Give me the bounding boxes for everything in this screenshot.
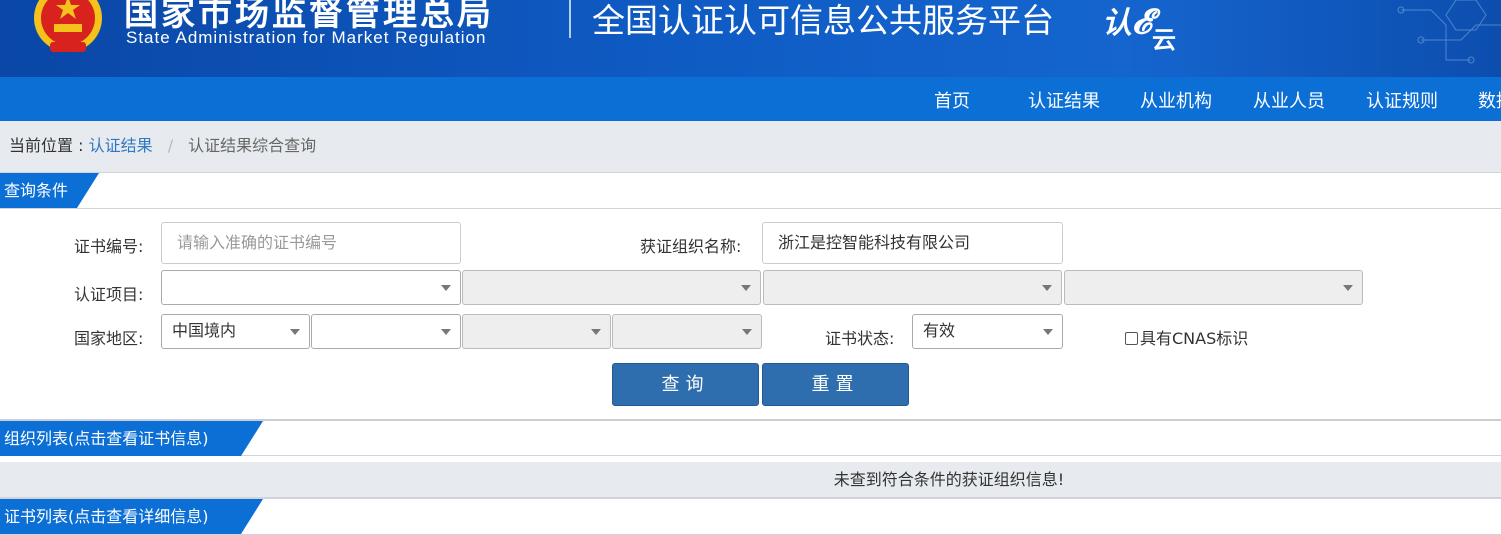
nav-item-personnel[interactable]: 从业人员	[1253, 87, 1325, 113]
project-select-4[interactable]	[1064, 270, 1363, 305]
nav-item-cert-results[interactable]: 认证结果	[1028, 87, 1100, 113]
search-button[interactable]: 查询	[612, 363, 759, 406]
header-banner: 国家市场监督管理总局 State Administration for Mark…	[0, 0, 1501, 77]
chevron-down-icon	[441, 329, 451, 335]
nav-item-rules[interactable]: 认证规则	[1366, 87, 1438, 113]
nav-item-data[interactable]: 数据	[1478, 87, 1501, 113]
breadcrumb-current: 认证结果综合查询	[188, 136, 317, 155]
nav-item-institutions[interactable]: 从业机构	[1140, 87, 1212, 113]
cert-no-input[interactable]: 请输入准确的证书编号	[161, 222, 461, 264]
org-name-input[interactable]: 浙江是控智能科技有限公司	[762, 222, 1063, 264]
header-divider	[569, 0, 571, 38]
nav-item-home[interactable]: 首页	[934, 87, 970, 113]
chevron-down-icon	[741, 285, 751, 291]
main-nav: 首页 认证结果 从业机构 从业人员 认证规则 数据	[0, 77, 1501, 121]
org-name-label: 获证组织名称:	[640, 237, 742, 256]
status-label: 证书状态:	[825, 329, 895, 348]
query-section-header: 查询条件	[0, 172, 1501, 209]
chevron-down-icon	[441, 285, 451, 291]
chevron-down-icon	[742, 329, 752, 335]
chevron-down-icon	[1043, 329, 1053, 335]
logo-main-text: 认	[1102, 6, 1132, 41]
national-emblem-icon	[34, 0, 102, 52]
checkbox-icon[interactable]	[1125, 332, 1138, 345]
project-select-3[interactable]	[763, 270, 1062, 305]
org-list-section-title: 组织列表(点击查看证书信息)	[0, 421, 263, 456]
project-label: 认证项目:	[74, 285, 144, 304]
cert-list-section-header: 证书列表(点击查看详细信息)	[0, 498, 1501, 535]
cert-list-section-title: 证书列表(点击查看详细信息)	[0, 499, 263, 534]
chevron-down-icon	[591, 329, 601, 335]
circuit-decoration-icon	[1397, 0, 1501, 64]
region-select-3[interactable]	[462, 314, 611, 349]
region-select-1[interactable]: 中国境内	[161, 314, 310, 349]
status-select-value: 有效	[923, 321, 956, 340]
org-list-empty-message: 未查到符合条件的获证组织信息!	[0, 462, 1501, 498]
breadcrumb-label: 当前位置 :	[9, 136, 84, 155]
cert-no-label: 证书编号:	[74, 237, 144, 256]
chevron-down-icon	[1042, 285, 1052, 291]
renzheng-cloud-logo: 认𝓔	[1102, 2, 1152, 42]
cnas-checkbox-label: 具有CNAS标识	[1140, 329, 1249, 348]
reset-button[interactable]: 重置	[762, 363, 909, 406]
breadcrumb: 当前位置 : 认证结果 / 认证结果综合查询	[0, 121, 1501, 172]
query-section-title: 查询条件	[0, 173, 99, 208]
region-select-4[interactable]	[612, 314, 762, 349]
agency-title-en: State Administration for Market Regulati…	[126, 28, 487, 47]
breadcrumb-link-cert-results[interactable]: 认证结果	[89, 136, 153, 155]
region-select-2[interactable]	[311, 314, 461, 349]
breadcrumb-separator: /	[167, 136, 174, 155]
region-select-1-value: 中国境内	[172, 321, 237, 340]
platform-title: 全国认证认可信息公共服务平台	[592, 1, 1054, 40]
logo-sub-text: 云	[1152, 26, 1176, 54]
status-select[interactable]: 有效	[912, 314, 1063, 349]
region-label: 国家地区:	[74, 329, 144, 348]
project-select-2[interactable]	[462, 270, 761, 305]
project-select-1[interactable]	[161, 270, 461, 305]
chevron-down-icon	[1343, 285, 1353, 291]
cnas-checkbox[interactable]: 具有CNAS标识	[1125, 325, 1248, 349]
org-list-section-header: 组织列表(点击查看证书信息)	[0, 419, 1501, 456]
chevron-down-icon	[290, 329, 300, 335]
